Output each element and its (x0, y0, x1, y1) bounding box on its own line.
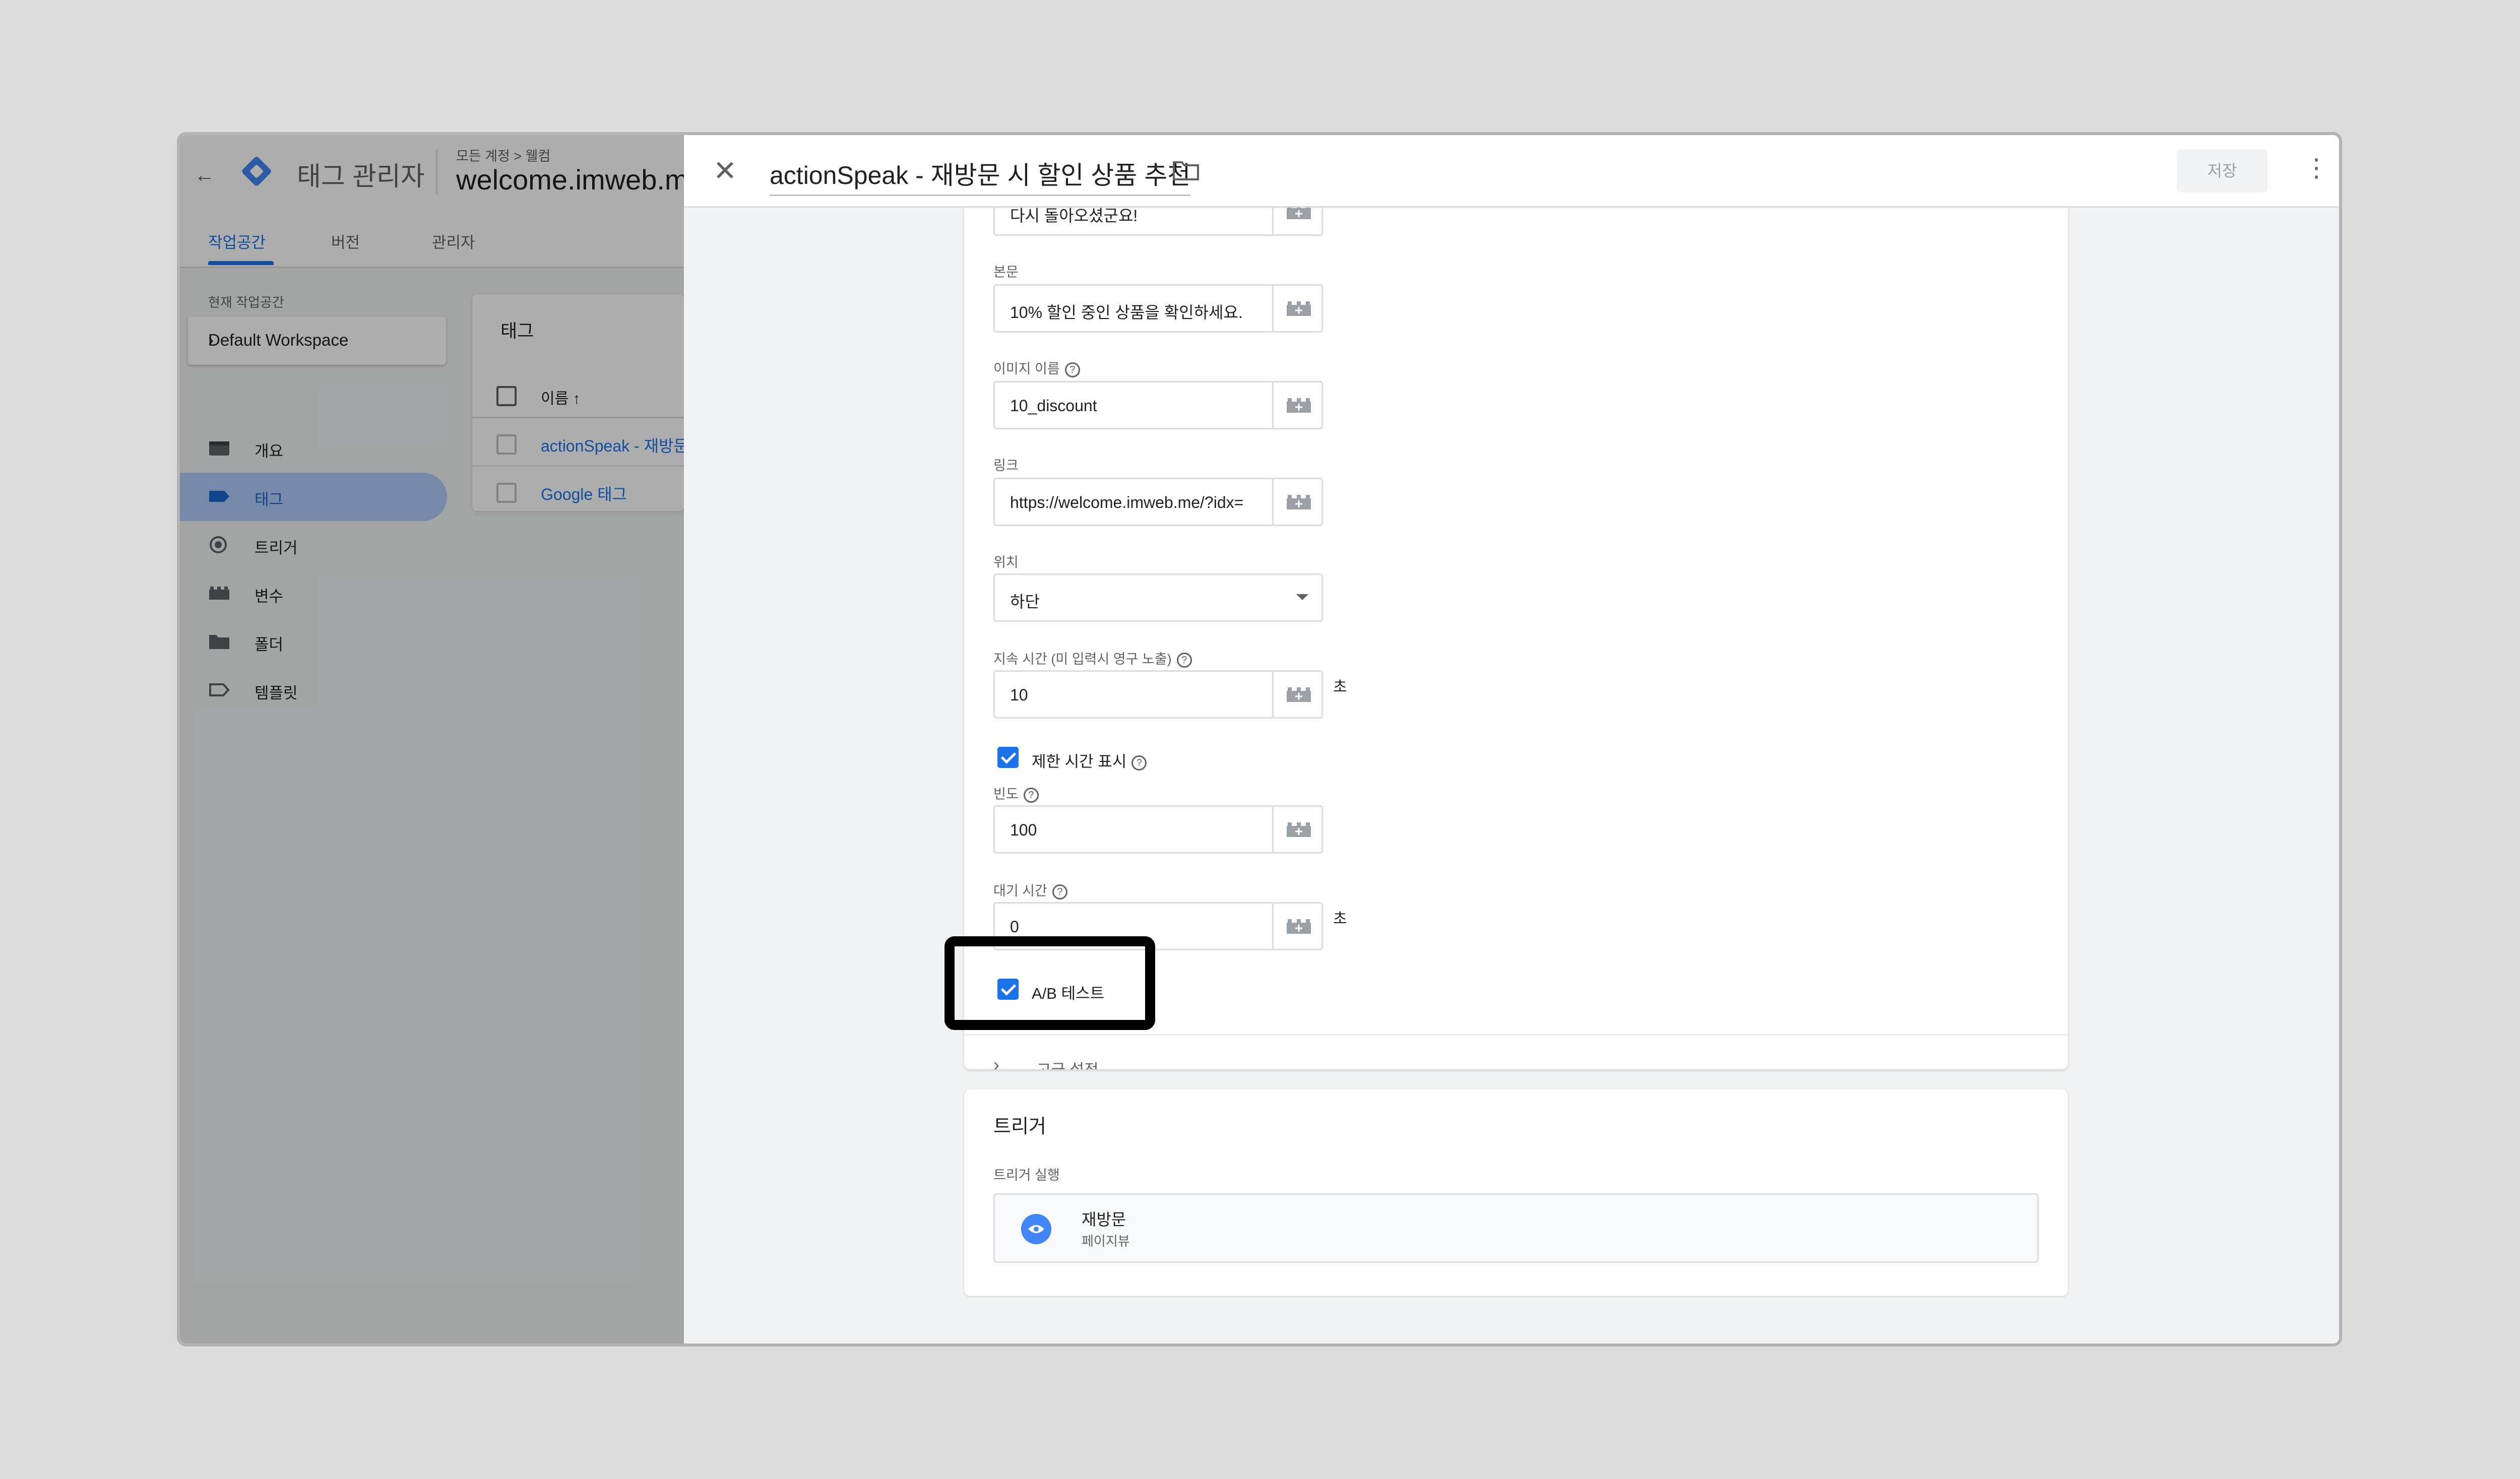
duration-label-text: 지속 시간 (미 입력시 영구 노출) (993, 652, 1172, 667)
duration-value: 10 (1010, 686, 1028, 704)
modal-scrim[interactable] (180, 135, 684, 1343)
trigger-subtitle: 트리거 실행 (993, 1168, 1060, 1183)
editor-toolbar: ✕ actionSpeak - 재방문 시 할인 상품 추천 저장 ⋮ (684, 135, 2339, 208)
variable-icon (1287, 301, 1311, 316)
variable-picker-button[interactable] (1272, 479, 1321, 525)
variable-icon (1287, 919, 1311, 934)
variable-icon (1287, 495, 1311, 509)
wait-time-value: 0 (1010, 918, 1019, 936)
more-vert-icon[interactable]: ⋮ (2304, 155, 2329, 180)
dropdown-arrow-icon (1296, 594, 1308, 600)
duration-label: 지속 시간 (미 입력시 영구 노출)? (993, 648, 1192, 668)
wait-time-label-text: 대기 시간 (993, 883, 1047, 898)
image-name-label: 이미지 이름? (993, 358, 1080, 377)
duration-field[interactable]: 10 (993, 670, 1323, 719)
close-icon[interactable]: ✕ (713, 154, 737, 187)
help-icon[interactable]: ? (1023, 787, 1039, 803)
variable-icon (1287, 687, 1311, 702)
wait-time-label: 대기 시간? (993, 880, 1067, 899)
duration-unit: 초 (1333, 679, 1347, 695)
variable-picker-button[interactable] (1272, 208, 1321, 234)
annotation-highlight-box (944, 936, 1155, 1030)
variable-picker-button[interactable] (1272, 807, 1321, 852)
save-button[interactable]: 저장 (2177, 149, 2267, 192)
frequency-field[interactable]: 100 (993, 805, 1323, 854)
link-label: 링크 (993, 458, 1019, 473)
help-icon[interactable]: ? (1064, 362, 1080, 377)
advanced-settings-label: 고급 설정 (1037, 1057, 1099, 1069)
position-value: 하단 (1010, 593, 1040, 611)
checkbox-checked-icon[interactable] (997, 747, 1019, 768)
position-select[interactable]: 하단 (993, 573, 1323, 622)
help-icon[interactable]: ? (1131, 755, 1147, 770)
folder-icon[interactable] (1172, 159, 1200, 181)
browser-frame: ← 태그 관리자 모든 계정 > 웰컴 welcome.imweb.me 작업공… (177, 132, 2342, 1346)
trigger-card: 트리거 트리거 실행 재방문 페이지뷰 (964, 1089, 2068, 1296)
eye-icon (1021, 1214, 1051, 1244)
variable-picker-button[interactable] (1272, 672, 1321, 717)
trigger-item[interactable]: 재방문 페이지뷰 (993, 1193, 2039, 1263)
advanced-divider (964, 1034, 2068, 1036)
variable-picker-button[interactable] (1272, 382, 1321, 428)
trigger-name: 재방문 (1082, 1210, 1126, 1229)
tag-name-input[interactable]: actionSpeak - 재방문 시 할인 상품 추천 (770, 155, 1191, 196)
show-timer-label: 제한 시간 표시? (1032, 749, 1147, 771)
variable-icon (1287, 398, 1311, 413)
frequency-label-text: 빈도 (993, 787, 1019, 802)
wait-time-unit: 초 (1333, 911, 1347, 927)
body-field[interactable]: 10% 할인 중인 상품을 확인하세요. (993, 284, 1323, 333)
image-name-field[interactable]: 10_discount (993, 381, 1323, 429)
body-value: 10% 할인 중인 상품을 확인하세요. (1010, 303, 1243, 321)
image-name-value: 10_discount (1010, 397, 1097, 415)
variable-icon (1287, 208, 1311, 219)
show-timer-label-text: 제한 시간 표시 (1032, 753, 1127, 770)
help-icon[interactable]: ? (1052, 884, 1067, 899)
frequency-value: 100 (1010, 821, 1037, 839)
position-label: 위치 (993, 555, 1019, 570)
frequency-label: 빈도? (993, 783, 1039, 803)
variable-picker-button[interactable] (1272, 904, 1321, 949)
trigger-type: 페이지뷰 (1082, 1234, 1130, 1249)
trigger-title: 트리거 (993, 1116, 1046, 1137)
link-field[interactable]: https://welcome.imweb.me/?idx= (993, 478, 1323, 526)
variable-picker-button[interactable] (1272, 286, 1321, 331)
link-value: https://welcome.imweb.me/?idx= (1010, 493, 1244, 511)
help-icon[interactable]: ? (1176, 652, 1192, 668)
chevron-right-icon: › (993, 1054, 999, 1069)
image-name-label-text: 이미지 이름 (993, 361, 1060, 376)
tag-editor-panel: ✕ actionSpeak - 재방문 시 할인 상품 추천 저장 ⋮ 다시 돌… (684, 135, 2339, 1343)
body-label: 본문 (993, 265, 1019, 280)
title-field[interactable]: 다시 돌아오셨군요! (993, 208, 1323, 236)
variable-icon (1287, 822, 1311, 837)
title-value: 다시 돌아오셨군요! (1010, 208, 1138, 225)
